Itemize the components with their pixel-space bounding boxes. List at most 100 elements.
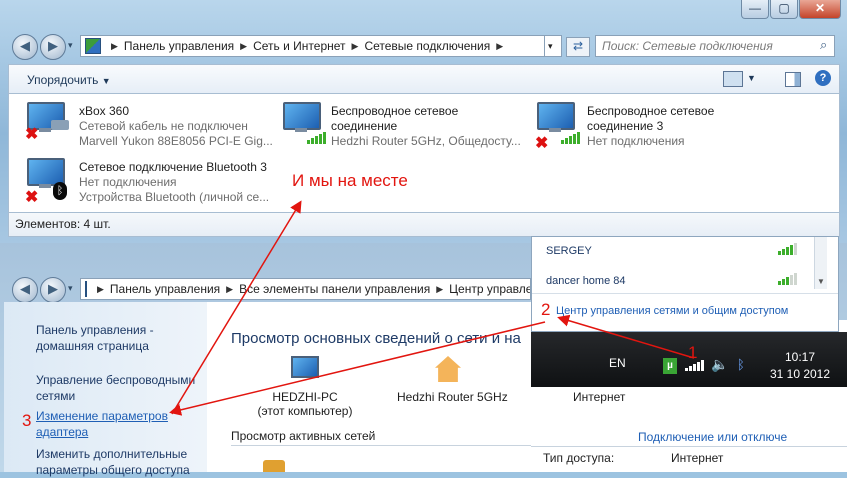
connection-status: Нет подключения bbox=[587, 134, 685, 148]
clock-date[interactable]: 31 10 2012 bbox=[763, 367, 837, 381]
search-icon[interactable]: ⌕ bbox=[820, 37, 827, 53]
network-center-link[interactable]: Центр управления сетями и общим доступом bbox=[556, 305, 788, 317]
connection-name: Сетевое подключение Bluetooth 3 bbox=[79, 160, 267, 174]
connection-name-line2: соединение bbox=[331, 119, 398, 133]
preview-pane-icon[interactable] bbox=[785, 72, 801, 87]
forward-button[interactable]: ▶ bbox=[40, 277, 66, 303]
chevron-right-icon: ▶ bbox=[97, 283, 104, 294]
wifi-network-item[interactable]: dancer home 84 bbox=[546, 275, 626, 287]
connection-name-line2: соединение 3 bbox=[587, 119, 664, 133]
router-name: Hedzhi Router 5GHz bbox=[397, 390, 508, 404]
divider bbox=[231, 445, 537, 446]
minimize-button[interactable]: — bbox=[741, 0, 769, 19]
control-panel-icon bbox=[85, 281, 87, 297]
sidebar-item-label: сетями bbox=[36, 389, 76, 403]
active-networks-label: Просмотр активных сетей bbox=[231, 429, 376, 443]
bluetooth-tray-icon[interactable]: ᛒ bbox=[737, 357, 745, 372]
connections-list: ✖ xBox 360 Сетевой кабель не подключен M… bbox=[8, 94, 840, 212]
address-dropdown-button[interactable]: ▾ bbox=[544, 35, 562, 57]
connection-status: Нет подключения bbox=[79, 175, 177, 189]
maximize-button[interactable]: ▢ bbox=[770, 0, 798, 19]
address-bar[interactable]: ▶ Панель управления ▶ Все элементы панел… bbox=[80, 278, 531, 300]
page-title: Просмотр основных сведений о сети и на bbox=[231, 330, 521, 347]
access-type-label: Тип доступа: bbox=[543, 451, 615, 465]
sidebar-item-home[interactable]: Панель управления - домашняя страница bbox=[36, 322, 154, 354]
wifi-network-item[interactable]: SERGEY bbox=[546, 245, 592, 257]
disconnected-icon: ✖ bbox=[25, 189, 39, 206]
address-bar[interactable]: ▶ Панель управления ▶ Сеть и Интернет ▶ … bbox=[80, 35, 562, 57]
signal-bars-icon bbox=[307, 132, 326, 144]
task-sidebar: Панель управления - домашняя страница Упр… bbox=[4, 302, 207, 477]
sidebar-item-label: домашняя страница bbox=[36, 339, 149, 353]
network-adapter-icon bbox=[281, 102, 321, 132]
forward-button[interactable]: ▶ bbox=[40, 34, 66, 60]
status-bar: Элементов: 4 шт. bbox=[8, 212, 840, 237]
view-dropdown-icon[interactable]: ▼ bbox=[747, 73, 756, 83]
annotation-step1: 1 bbox=[688, 343, 698, 362]
organize-button[interactable]: Упорядочить ▼ bbox=[27, 73, 111, 87]
window-controls: — ▢ ✕ bbox=[740, 0, 841, 19]
pc-subtitle: (этот компьютер) bbox=[257, 404, 353, 418]
connect-disconnect-link[interactable]: Подключение или отключе bbox=[638, 430, 792, 444]
breadcrumb-item[interactable]: Панель управления bbox=[110, 282, 220, 296]
breadcrumb-item[interactable]: Панель управления bbox=[124, 39, 234, 53]
command-bar: Упорядочить ▼ ▼ ? bbox=[8, 64, 840, 94]
chevron-right-icon: ▶ bbox=[226, 283, 234, 294]
search-input[interactable]: Поиск: Сетевые подключения bbox=[595, 35, 835, 57]
connection-device: Marvell Yukon 88E8056 PCI-E Gig... bbox=[79, 134, 273, 148]
signal-bars-icon bbox=[778, 243, 797, 255]
connection-name: xBox 360 bbox=[79, 104, 130, 118]
annotation-step2: 2 bbox=[541, 300, 551, 319]
scrollbar[interactable]: ▼ bbox=[814, 237, 827, 289]
chevron-right-icon: ▶ bbox=[496, 40, 504, 51]
sidebar-item-label: Управление беспроводными bbox=[36, 373, 196, 387]
history-dropdown-icon[interactable]: ▾ bbox=[68, 283, 73, 294]
sidebar-item-sharing[interactable]: Изменить дополнительные параметры общего … bbox=[36, 446, 190, 478]
history-dropdown-icon[interactable]: ▾ bbox=[68, 40, 73, 51]
organize-label: Упорядочить bbox=[27, 73, 99, 87]
pc-name: HEDZHI-PC bbox=[272, 390, 338, 404]
connection-device: Устройства Bluetooth (личной се... bbox=[79, 190, 270, 204]
connection-status: Hedzhi Router 5GHz, Общедосту... bbox=[331, 134, 521, 148]
sidebar-item-label: Панель управления - bbox=[36, 323, 154, 337]
chevron-right-icon: ▶ bbox=[240, 40, 248, 51]
language-indicator[interactable]: EN bbox=[609, 356, 626, 370]
bluetooth-icon: ᛒ bbox=[53, 182, 67, 200]
connection-name: Беспроводное сетевое bbox=[587, 104, 715, 118]
refresh-icon[interactable]: ⇄ bbox=[566, 37, 590, 57]
chevron-right-icon: ▶ bbox=[436, 283, 444, 294]
chevron-right-icon: ▶ bbox=[111, 40, 118, 51]
signal-bars-icon bbox=[778, 273, 797, 285]
disconnected-icon: ✖ bbox=[25, 126, 39, 143]
connection-status: Сетевой кабель не подключен bbox=[79, 119, 248, 133]
annotation-step3: 3 bbox=[22, 411, 32, 430]
view-icon[interactable] bbox=[723, 71, 743, 87]
sidebar-item-label: адаптера bbox=[36, 425, 89, 439]
annotation-arrival: И мы на месте bbox=[292, 171, 408, 190]
sidebar-item-wireless[interactable]: Управление беспроводными сетями bbox=[36, 372, 195, 404]
breadcrumb-item[interactable]: Центр управле... bbox=[449, 282, 530, 296]
volume-icon[interactable]: 🔈 bbox=[711, 356, 728, 373]
sidebar-item-adapter-settings[interactable]: Изменение параметров адаптера bbox=[36, 408, 168, 440]
back-button[interactable]: ◀ bbox=[12, 34, 38, 60]
breadcrumb-item[interactable]: Все элементы панели управления bbox=[239, 282, 430, 296]
network-icon bbox=[263, 460, 285, 472]
network-center-main: Просмотр основных сведений о сети и на H… bbox=[207, 302, 537, 472]
signal-bars-icon bbox=[561, 132, 580, 144]
help-icon[interactable]: ? bbox=[815, 70, 831, 86]
back-button[interactable]: ◀ bbox=[12, 277, 38, 303]
access-type-value: Интернет bbox=[671, 451, 724, 465]
divider bbox=[531, 446, 847, 447]
sidebar-item-label: Изменить дополнительные bbox=[36, 447, 188, 461]
computer-icon bbox=[291, 356, 319, 378]
network-adapter-icon bbox=[535, 102, 575, 132]
clock-time[interactable]: 10:17 bbox=[775, 350, 825, 364]
connection-name: Беспроводное сетевое bbox=[331, 104, 459, 118]
disconnected-icon: ✖ bbox=[535, 135, 549, 152]
breadcrumb-item[interactable]: Сетевые подключения bbox=[364, 39, 490, 53]
close-button[interactable]: ✕ bbox=[799, 0, 841, 19]
control-panel-icon bbox=[85, 38, 101, 54]
utorrent-icon[interactable]: µ bbox=[663, 358, 677, 374]
breadcrumb-item[interactable]: Сеть и Интернет bbox=[253, 39, 345, 53]
wifi-flyout: SERGEY dancer home 84 ▼ Центр управления… bbox=[531, 236, 839, 332]
